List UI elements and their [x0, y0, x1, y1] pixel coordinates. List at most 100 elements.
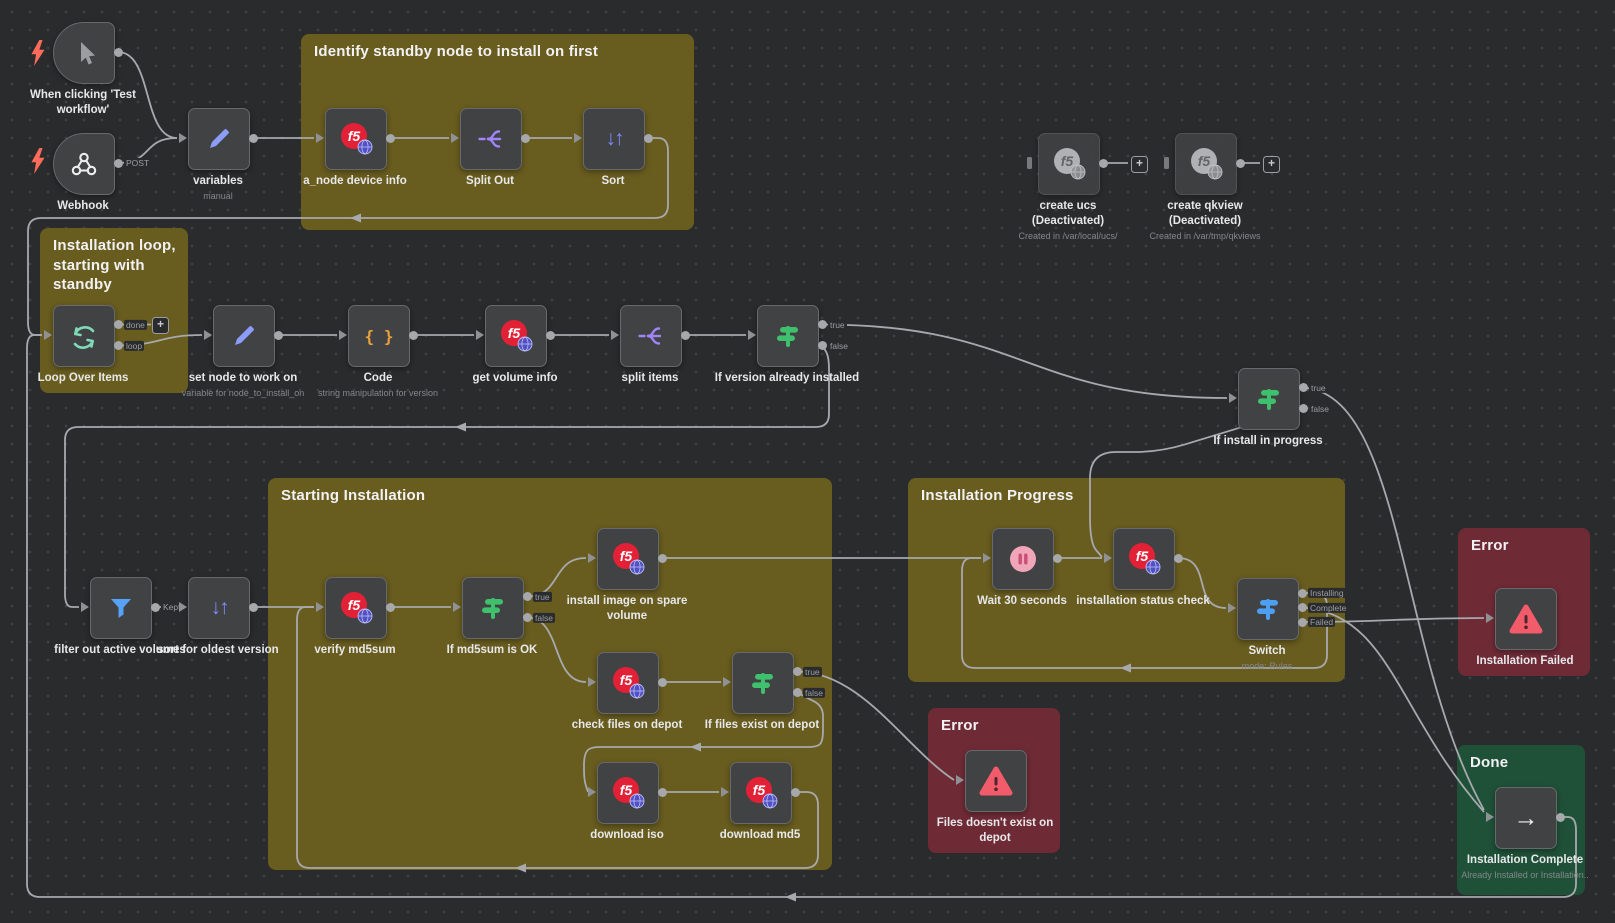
output-port[interactable] [658, 788, 667, 797]
output-port[interactable] [1053, 554, 1062, 563]
output-port[interactable] [1299, 404, 1308, 413]
output-port[interactable] [1236, 159, 1245, 168]
sort-icon: ↓↑ [211, 596, 228, 620]
add-node-button[interactable]: + [1131, 156, 1148, 173]
output-port[interactable] [1299, 383, 1308, 392]
output-port[interactable] [658, 678, 667, 687]
f5-icon: f5 [743, 775, 780, 812]
output-port[interactable] [249, 603, 258, 612]
download-md5[interactable]: f5 [730, 762, 792, 824]
output-port[interactable] [409, 331, 418, 340]
input-port [451, 133, 459, 143]
output-port[interactable] [1174, 554, 1183, 563]
node-title: Switch [1172, 644, 1362, 659]
download-iso[interactable]: f5 [597, 762, 659, 824]
add-node-button[interactable]: + [1263, 156, 1280, 173]
create-ucs[interactable]: f5 [1038, 133, 1100, 195]
set-node-to-work-on[interactable] [213, 305, 275, 367]
get-volume-info[interactable]: f5 [485, 305, 547, 367]
output-port[interactable] [1556, 813, 1565, 822]
output-port[interactable] [151, 603, 160, 612]
flow-direction-arrow [350, 214, 361, 223]
output-port[interactable] [521, 134, 530, 143]
input-port [1229, 393, 1237, 403]
node-label: Installation CompleteAlready Installed o… [1430, 853, 1615, 882]
node-title: Files doesn't exist on depot [900, 816, 1090, 846]
node-label: download md5 [665, 828, 855, 843]
if-install-in-progress[interactable] [1238, 368, 1300, 430]
verify-md5sum[interactable]: f5 [325, 577, 387, 639]
wait-icon [1007, 543, 1039, 575]
installation-status-check[interactable]: f5 [1113, 528, 1175, 590]
split-out[interactable] [460, 108, 522, 170]
output-port[interactable] [818, 341, 827, 350]
output-port[interactable] [1298, 618, 1307, 627]
output-port[interactable] [114, 159, 123, 168]
input-port [339, 330, 347, 340]
output-port[interactable] [658, 554, 667, 563]
installation-complete[interactable]: → [1495, 787, 1557, 849]
files-doesnt-exist-on-depot[interactable] [965, 750, 1027, 812]
switch[interactable] [1237, 578, 1299, 640]
if-icon [477, 592, 509, 624]
install-image-on-spare-volume[interactable]: f5 [597, 528, 659, 590]
output-port[interactable] [386, 134, 395, 143]
output-port[interactable] [818, 320, 827, 329]
svg-text:f5: f5 [1197, 153, 1210, 169]
output-port[interactable] [793, 667, 802, 676]
split-items[interactable] [620, 305, 682, 367]
loop-over-items[interactable] [53, 305, 115, 367]
port-label: Complete [1308, 602, 1348, 612]
port-label: loop [124, 340, 144, 350]
output-port[interactable] [249, 134, 258, 143]
input-port [574, 133, 582, 143]
port-label: false [803, 687, 825, 697]
wait-30-seconds[interactable] [992, 528, 1054, 590]
node-label: If install in progress [1173, 434, 1363, 449]
if-version-already-installed[interactable] [757, 305, 819, 367]
connection-line[interactable] [822, 325, 1227, 399]
output-port[interactable] [791, 788, 800, 797]
output-port[interactable] [523, 592, 532, 601]
output-port[interactable] [523, 613, 532, 622]
output-port[interactable] [114, 48, 123, 57]
output-port[interactable] [546, 331, 555, 340]
if-md5sum-is-ok[interactable] [462, 577, 524, 639]
manual-trigger[interactable] [53, 22, 115, 84]
node-title: If version already installed [692, 371, 882, 386]
output-port[interactable] [114, 320, 123, 329]
if-files-exist-on-depot[interactable] [732, 652, 794, 714]
output-port[interactable] [386, 603, 395, 612]
disabled-input-stub [1027, 157, 1032, 169]
connection-line[interactable] [27, 335, 1576, 897]
output-port[interactable] [644, 134, 653, 143]
workflow-canvas[interactable]: Identify standby node to install on firs… [0, 0, 1615, 923]
pencil-icon [203, 123, 235, 155]
input-port [1486, 812, 1494, 822]
output-port[interactable] [1298, 603, 1307, 612]
output-port[interactable] [274, 331, 283, 340]
filter-out-active-volumes[interactable] [90, 577, 152, 639]
add-node-button[interactable]: + [152, 317, 169, 334]
node-title: create qkview (Deactivated) [1110, 199, 1300, 229]
installation-failed[interactable] [1495, 588, 1557, 650]
output-port[interactable] [681, 331, 690, 340]
connection-line[interactable] [1302, 608, 1484, 813]
check-files-on-depot[interactable]: f5 [597, 652, 659, 714]
output-port[interactable] [1298, 589, 1307, 598]
create-qkview[interactable]: f5 [1175, 133, 1237, 195]
port-label: Installing [1308, 588, 1346, 598]
a-node-device-info[interactable]: f5 [325, 108, 387, 170]
node-title: When clicking 'Test workflow' [0, 88, 178, 118]
variables[interactable] [188, 108, 250, 170]
input-port [983, 553, 991, 563]
output-port[interactable] [793, 688, 802, 697]
flow-direction-arrow [1120, 664, 1131, 673]
webhook[interactable] [53, 133, 115, 195]
connection-line[interactable] [1303, 388, 1484, 811]
sort[interactable]: ↓↑ [583, 108, 645, 170]
output-port[interactable] [1099, 159, 1108, 168]
output-port[interactable] [114, 341, 123, 350]
sort-for-oldest-version[interactable]: ↓↑ [188, 577, 250, 639]
code[interactable]: { } [348, 305, 410, 367]
